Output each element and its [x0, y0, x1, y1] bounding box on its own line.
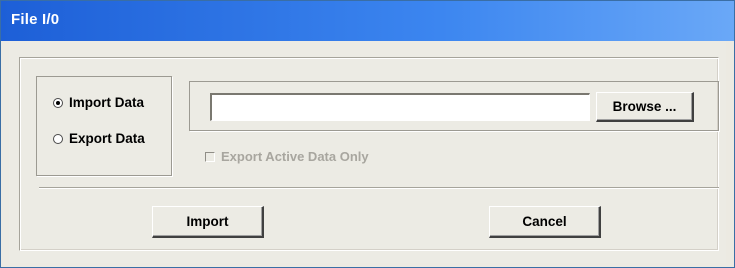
- window-title: File I/0: [11, 11, 60, 28]
- file-io-dialog: File I/0 Import Data Export Data Browse …: [0, 0, 735, 268]
- cancel-button[interactable]: Cancel: [489, 206, 601, 238]
- export-active-only-checkbox[interactable]: Export Active Data Only: [205, 149, 369, 164]
- dialog-body: Import Data Export Data Browse ... Expor…: [9, 41, 726, 263]
- file-selection-group: Browse ...: [189, 81, 719, 131]
- checkbox-icon[interactable]: [205, 151, 215, 162]
- import-data-label[interactable]: Import Data: [69, 95, 144, 110]
- export-data-label[interactable]: Export Data: [69, 131, 145, 146]
- radio-selected-icon[interactable]: [53, 97, 63, 108]
- title-bar[interactable]: File I/0: [1, 1, 734, 41]
- divider: [39, 187, 719, 189]
- mode-radio-group: Import Data Export Data: [36, 76, 172, 176]
- radio-dot-icon: [56, 100, 60, 105]
- export-active-only-label: Export Active Data Only: [221, 149, 369, 164]
- file-path-input[interactable]: [210, 93, 590, 121]
- export-data-radio[interactable]: Export Data: [53, 131, 145, 146]
- import-data-radio[interactable]: Import Data: [53, 95, 144, 110]
- import-button[interactable]: Import: [152, 206, 264, 238]
- radio-unselected-icon[interactable]: [53, 133, 63, 144]
- browse-button[interactable]: Browse ...: [596, 92, 694, 122]
